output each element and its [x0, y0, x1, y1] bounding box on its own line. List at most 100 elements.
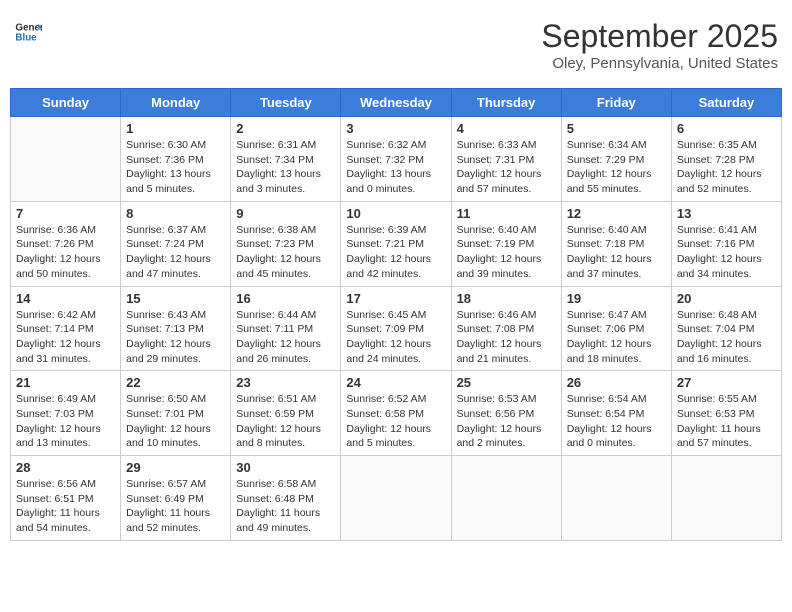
calendar-cell: 21Sunrise: 6:49 AMSunset: 7:03 PMDayligh…: [11, 371, 121, 456]
sunset-text: Sunset: 6:48 PM: [236, 492, 335, 507]
cell-content: Sunrise: 6:32 AMSunset: 7:32 PMDaylight:…: [346, 138, 445, 197]
day-number: 25: [457, 375, 556, 390]
day-number: 28: [16, 460, 115, 475]
sunset-text: Sunset: 7:24 PM: [126, 237, 225, 252]
calendar-cell: [671, 456, 781, 541]
day-number: 8: [126, 206, 225, 221]
week-row-4: 21Sunrise: 6:49 AMSunset: 7:03 PMDayligh…: [11, 371, 782, 456]
calendar-table: SundayMondayTuesdayWednesdayThursdayFrid…: [10, 88, 782, 541]
day-number: 19: [567, 291, 666, 306]
daylight-text: Daylight: 12 hours and 47 minutes.: [126, 252, 225, 281]
day-number: 26: [567, 375, 666, 390]
daylight-text: Daylight: 12 hours and 8 minutes.: [236, 422, 335, 451]
day-number: 13: [677, 206, 776, 221]
daylight-text: Daylight: 12 hours and 13 minutes.: [16, 422, 115, 451]
calendar-cell: 9Sunrise: 6:38 AMSunset: 7:23 PMDaylight…: [231, 201, 341, 286]
sunrise-text: Sunrise: 6:56 AM: [16, 477, 115, 492]
cell-content: Sunrise: 6:58 AMSunset: 6:48 PMDaylight:…: [236, 477, 335, 536]
calendar-cell: 15Sunrise: 6:43 AMSunset: 7:13 PMDayligh…: [121, 286, 231, 371]
sunrise-text: Sunrise: 6:43 AM: [126, 308, 225, 323]
day-header-friday: Friday: [561, 89, 671, 117]
day-number: 12: [567, 206, 666, 221]
cell-content: Sunrise: 6:54 AMSunset: 6:54 PMDaylight:…: [567, 392, 666, 451]
sunset-text: Sunset: 7:32 PM: [346, 153, 445, 168]
calendar-cell: 4Sunrise: 6:33 AMSunset: 7:31 PMDaylight…: [451, 117, 561, 202]
week-row-3: 14 Sunrise: 6:42 AMSunset: 7:14 PMDayligh…: [11, 286, 782, 371]
cell-content: Sunrise: 6:33 AMSunset: 7:31 PMDaylight:…: [457, 138, 556, 197]
svg-text:Blue: Blue: [15, 32, 37, 43]
daylight-text: Daylight: 12 hours and 34 minutes.: [677, 252, 776, 281]
daylight-text: Daylight: 13 hours and 0 minutes.: [346, 167, 445, 196]
cell-content: Sunrise: 6:43 AMSunset: 7:13 PMDaylight:…: [126, 308, 225, 367]
calendar-cell: [451, 456, 561, 541]
cell-content: Sunrise: 6:49 AMSunset: 7:03 PMDaylight:…: [16, 392, 115, 451]
sunrise-text: Sunrise: 6:36 AM: [16, 223, 115, 238]
header-row: SundayMondayTuesdayWednesdayThursdayFrid…: [11, 89, 782, 117]
calendar-cell: 26 Sunrise: 6:54 AMSunset: 6:54 PMDayligh…: [561, 371, 671, 456]
calendar-cell: 29Sunrise: 6:57 AMSunset: 6:49 PMDayligh…: [121, 456, 231, 541]
cell-content: Sunrise: 6:36 AMSunset: 7:26 PMDaylight:…: [16, 223, 115, 282]
sunrise-text: Sunrise: 6:38 AM: [236, 223, 335, 238]
day-number: 10: [346, 206, 445, 221]
sunrise-text: Sunrise: 6:46 AM: [457, 308, 556, 323]
calendar-cell: 3Sunrise: 6:32 AMSunset: 7:32 PMDaylight…: [341, 117, 451, 202]
sunset-text: Sunset: 7:19 PM: [457, 237, 556, 252]
day-number: 23: [236, 375, 335, 390]
daylight-text: Daylight: 12 hours and 16 minutes.: [677, 337, 776, 366]
sunset-text: Sunset: 7:34 PM: [236, 153, 335, 168]
calendar-cell: 19Sunrise: 6:47 AMSunset: 7:06 PMDayligh…: [561, 286, 671, 371]
day-header-sunday: Sunday: [11, 89, 121, 117]
calendar-cell: 14 Sunrise: 6:42 AMSunset: 7:14 PMDayligh…: [11, 286, 121, 371]
calendar-cell: [11, 117, 121, 202]
sunset-text: Sunset: 7:09 PM: [346, 322, 445, 337]
cell-content: Sunrise: 6:44 AMSunset: 7:11 PMDaylight:…: [236, 308, 335, 367]
sunrise-text: Sunrise: 6:45 AM: [346, 308, 445, 323]
sunrise-text: Sunrise: 6:47 AM: [567, 308, 666, 323]
cell-content: Sunrise: 6:31 AMSunset: 7:34 PMDaylight:…: [236, 138, 335, 197]
calendar-cell: 7 Sunrise: 6:36 AMSunset: 7:26 PMDaylight…: [11, 201, 121, 286]
calendar-cell: 12 Sunrise: 6:40 AMSunset: 7:18 PMDayligh…: [561, 201, 671, 286]
day-number: 14: [16, 291, 115, 306]
calendar-cell: [561, 456, 671, 541]
day-header-monday: Monday: [121, 89, 231, 117]
cell-content: Sunrise: 6:42 AMSunset: 7:14 PMDaylight:…: [16, 308, 115, 367]
cell-content: Sunrise: 6:39 AMSunset: 7:21 PMDaylight:…: [346, 223, 445, 282]
day-number: 30: [236, 460, 335, 475]
cell-content: Sunrise: 6:37 AMSunset: 7:24 PMDaylight:…: [126, 223, 225, 282]
day-header-saturday: Saturday: [671, 89, 781, 117]
calendar-cell: 1Sunrise: 6:30 AMSunset: 7:36 PMDaylight…: [121, 117, 231, 202]
day-header-thursday: Thursday: [451, 89, 561, 117]
daylight-text: Daylight: 12 hours and 57 minutes.: [457, 167, 556, 196]
daylight-text: Daylight: 13 hours and 3 minutes.: [236, 167, 335, 196]
calendar-cell: 22Sunrise: 6:50 AMSunset: 7:01 PMDayligh…: [121, 371, 231, 456]
calendar-cell: 24Sunrise: 6:52 AMSunset: 6:58 PMDayligh…: [341, 371, 451, 456]
day-number: 24: [346, 375, 445, 390]
day-header-wednesday: Wednesday: [341, 89, 451, 117]
sunrise-text: Sunrise: 6:52 AM: [346, 392, 445, 407]
sunrise-text: Sunrise: 6:55 AM: [677, 392, 776, 407]
day-number: 5: [567, 121, 666, 136]
sunset-text: Sunset: 7:04 PM: [677, 322, 776, 337]
cell-content: Sunrise: 6:57 AMSunset: 6:49 PMDaylight:…: [126, 477, 225, 536]
sunset-text: Sunset: 6:58 PM: [346, 407, 445, 422]
cell-content: Sunrise: 6:48 AMSunset: 7:04 PMDaylight:…: [677, 308, 776, 367]
day-number: 20: [677, 291, 776, 306]
sunrise-text: Sunrise: 6:32 AM: [346, 138, 445, 153]
calendar-cell: 17Sunrise: 6:45 AMSunset: 7:09 PMDayligh…: [341, 286, 451, 371]
cell-content: Sunrise: 6:41 AMSunset: 7:16 PMDaylight:…: [677, 223, 776, 282]
week-row-5: 28Sunrise: 6:56 AMSunset: 6:51 PMDayligh…: [11, 456, 782, 541]
sunset-text: Sunset: 7:26 PM: [16, 237, 115, 252]
daylight-text: Daylight: 11 hours and 49 minutes.: [236, 506, 335, 535]
daylight-text: Daylight: 12 hours and 18 minutes.: [567, 337, 666, 366]
calendar-cell: 18Sunrise: 6:46 AMSunset: 7:08 PMDayligh…: [451, 286, 561, 371]
location-title: Oley, Pennsylvania, United States: [541, 55, 778, 72]
calendar-cell: 11Sunrise: 6:40 AMSunset: 7:19 PMDayligh…: [451, 201, 561, 286]
sunrise-text: Sunrise: 6:54 AM: [567, 392, 666, 407]
day-number: 7: [16, 206, 115, 221]
sunset-text: Sunset: 6:53 PM: [677, 407, 776, 422]
logo-icon: General Blue: [14, 18, 42, 46]
page-header: General Blue September 2025 Oley, Pennsy…: [10, 10, 782, 80]
day-number: 22: [126, 375, 225, 390]
cell-content: Sunrise: 6:30 AMSunset: 7:36 PMDaylight:…: [126, 138, 225, 197]
cell-content: Sunrise: 6:40 AMSunset: 7:18 PMDaylight:…: [567, 223, 666, 282]
